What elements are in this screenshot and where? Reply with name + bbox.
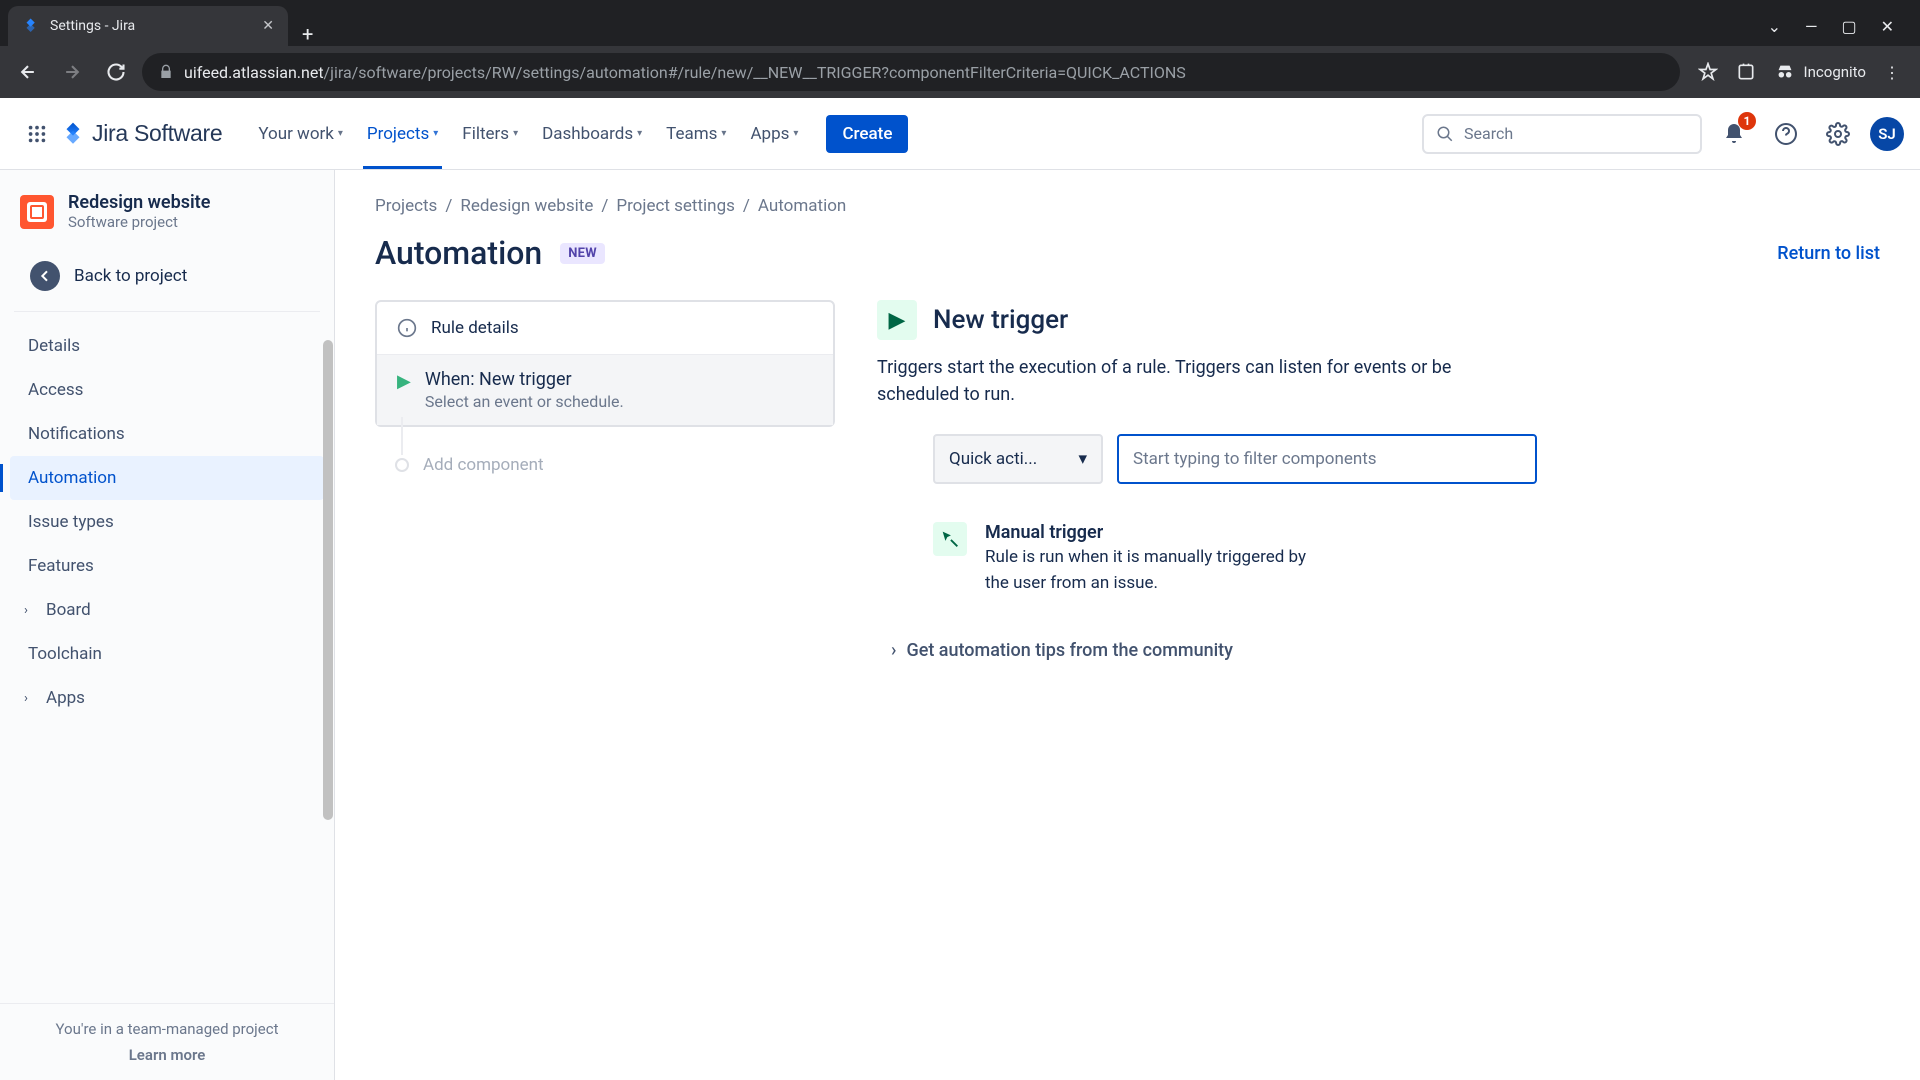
trigger-play-icon: ▶: [877, 300, 917, 340]
sidebar-item-details[interactable]: Details: [10, 324, 324, 368]
notif-count: 1: [1738, 112, 1756, 130]
back-to-project-link[interactable]: Back to project: [0, 247, 334, 305]
settings-icon[interactable]: [1818, 114, 1858, 154]
app-switcher-icon[interactable]: [20, 117, 54, 151]
chevron-right-icon: ›: [891, 640, 896, 661]
main-content: Projects/ Redesign website/ Project sett…: [335, 170, 1920, 1080]
url-text: uifeed.atlassian.net/jira/software/proje…: [184, 63, 1186, 82]
rule-card: Rule details ▶ When: New trigger Select …: [375, 300, 835, 427]
notifications-icon[interactable]: 1: [1714, 114, 1754, 154]
nav-your-work[interactable]: Your work▾: [246, 98, 355, 169]
detail-description: Triggers start the execution of a rule. …: [877, 354, 1517, 408]
sidebar-item-board[interactable]: ›Board: [10, 588, 324, 632]
crumb-settings[interactable]: Project settings: [616, 196, 735, 216]
project-name: Redesign website: [68, 192, 210, 213]
learn-more-link[interactable]: Learn more: [16, 1046, 318, 1064]
browser-tab-bar: Settings - Jira ✕ + ⌄ ― ▢ ✕: [0, 0, 1920, 46]
sidebar-scrollbar[interactable]: [322, 340, 334, 860]
chevron-down-icon: ▾: [1078, 449, 1087, 469]
crumb-project[interactable]: Redesign website: [460, 196, 593, 216]
jira-top-nav: Jira Software Your work▾ Projects▾ Filte…: [0, 98, 1920, 170]
detail-title: New trigger: [933, 305, 1068, 335]
info-icon: [397, 318, 417, 338]
search-icon: [1436, 125, 1454, 143]
browser-tab[interactable]: Settings - Jira ✕: [8, 6, 288, 46]
window-controls: ⌄ ― ▢ ✕: [1768, 6, 1912, 46]
crumb-automation[interactable]: Automation: [758, 196, 846, 216]
chevron-right-icon: ›: [24, 691, 38, 706]
jira-wordmark: Jira Software: [92, 120, 222, 147]
trigger-option-manual[interactable]: Manual trigger Rule is run when it is ma…: [933, 522, 1313, 596]
category-dropdown[interactable]: Quick acti... ▾: [933, 434, 1103, 484]
tab-title: Settings - Jira: [50, 18, 135, 34]
back-icon[interactable]: [10, 54, 46, 90]
close-icon[interactable]: ✕: [262, 18, 274, 34]
sidebar-item-features[interactable]: Features: [10, 544, 324, 588]
nav-dashboards[interactable]: Dashboards▾: [530, 98, 654, 169]
return-to-list-link[interactable]: Return to list: [1777, 243, 1880, 264]
help-icon[interactable]: [1766, 114, 1806, 154]
back-arrow-icon: [30, 261, 60, 291]
browser-menu-icon[interactable]: ⋮: [1884, 63, 1900, 82]
cursor-click-icon: [933, 522, 967, 556]
incognito-badge[interactable]: Incognito: [1774, 61, 1866, 83]
rule-trigger-row[interactable]: ▶ When: New trigger Select an event or s…: [377, 355, 833, 425]
browser-address-bar: uifeed.atlassian.net/jira/software/proje…: [0, 46, 1920, 98]
sidebar-item-toolchain[interactable]: Toolchain: [10, 632, 324, 676]
avatar[interactable]: SJ: [1870, 117, 1904, 151]
nav-teams[interactable]: Teams▾: [654, 98, 738, 169]
chevron-right-icon: ›: [24, 603, 38, 618]
tab-search-icon[interactable]: ⌄: [1768, 17, 1781, 36]
filter-input[interactable]: Start typing to filter components: [1117, 434, 1537, 484]
search-input[interactable]: Search: [1422, 114, 1702, 154]
close-window-icon[interactable]: ✕: [1881, 17, 1894, 36]
lock-icon: [158, 64, 174, 80]
project-icon: [20, 195, 54, 229]
forward-icon[interactable]: [54, 54, 90, 90]
create-button[interactable]: Create: [826, 115, 908, 153]
page-title: Automation: [375, 234, 542, 272]
jira-favicon-icon: [22, 17, 40, 35]
project-type: Software project: [68, 213, 210, 231]
nav-filters[interactable]: Filters▾: [450, 98, 530, 169]
jira-logo[interactable]: Jira Software: [60, 120, 222, 147]
sidebar-item-access[interactable]: Access: [10, 368, 324, 412]
maximize-icon[interactable]: ▢: [1841, 17, 1856, 36]
project-header[interactable]: Redesign website Software project: [0, 188, 334, 247]
reload-icon[interactable]: [98, 54, 134, 90]
play-icon: ▶: [397, 371, 411, 411]
nav-apps[interactable]: Apps▾: [738, 98, 810, 169]
sidebar-item-notifications[interactable]: Notifications: [10, 412, 324, 456]
url-bar[interactable]: uifeed.atlassian.net/jira/software/proje…: [142, 53, 1680, 91]
crumb-projects[interactable]: Projects: [375, 196, 437, 216]
new-badge: NEW: [560, 243, 605, 264]
divider: [14, 311, 320, 312]
sidebar-item-apps[interactable]: ›Apps: [10, 676, 324, 720]
automation-tips-link[interactable]: › Get automation tips from the community: [891, 640, 1880, 661]
sidebar-item-automation[interactable]: Automation: [10, 456, 324, 500]
add-circle-icon: [395, 458, 409, 472]
minimize-icon[interactable]: ―: [1805, 17, 1818, 36]
new-tab-button[interactable]: +: [288, 22, 327, 46]
extensions-icon[interactable]: [1736, 62, 1756, 82]
nav-projects[interactable]: Projects▾: [355, 98, 450, 169]
bookmark-icon[interactable]: [1698, 62, 1718, 82]
rule-details-row[interactable]: Rule details: [377, 302, 833, 355]
sidebar: Redesign website Software project Back t…: [0, 170, 335, 1080]
sidebar-footer: You're in a team-managed project Learn m…: [0, 1003, 334, 1080]
breadcrumbs: Projects/ Redesign website/ Project sett…: [375, 196, 1880, 216]
sidebar-item-issue-types[interactable]: Issue types: [10, 500, 324, 544]
add-component-button[interactable]: Add component: [375, 427, 835, 503]
